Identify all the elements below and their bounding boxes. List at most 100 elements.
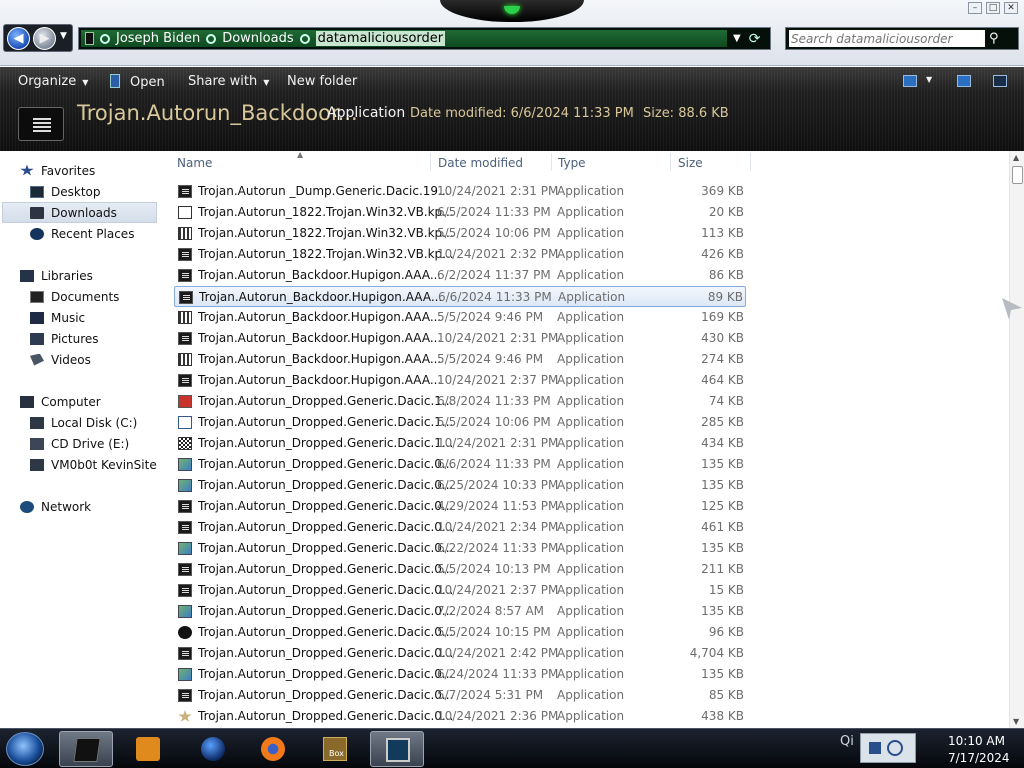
file-row[interactable]: Trojan.Autorun_Dropped.Generic.Dacic.0..… [174, 496, 746, 517]
file-row[interactable]: Trojan.Autorun_Dropped.Generic.Dacic.0..… [174, 538, 746, 559]
vertical-scrollbar[interactable]: ▲ ▼ [1009, 151, 1024, 728]
file-date-modified: 10/24/2021 2:34 PM [437, 520, 559, 534]
taskbar-sandbox-button[interactable]: Box [308, 731, 362, 767]
tray-icons[interactable] [860, 733, 916, 763]
column-header-name[interactable]: Name [177, 156, 212, 170]
new-folder-button[interactable]: New folder [287, 74, 357, 89]
file-row[interactable]: Trojan.Autorun_Backdoor.Hupigon.AAA... 5/… [174, 307, 746, 328]
file-size: 86 KB [708, 268, 744, 282]
nav-desktop[interactable]: Desktop [30, 181, 101, 202]
file-type: Application [557, 394, 625, 408]
column-header-size[interactable]: Size [678, 156, 703, 170]
clock-time[interactable]: 10:10 AM [948, 734, 1005, 748]
nav-network-share[interactable]: VM0b0t KevinSite [30, 454, 157, 475]
nav-cd-drive[interactable]: CD Drive (E:) [30, 433, 129, 454]
scroll-thumb[interactable] [1012, 166, 1023, 184]
breadcrumb-user[interactable]: Joseph Biden [116, 31, 200, 46]
file-date-modified: 6/22/2024 11:33 PM [437, 541, 559, 555]
taskbar-media-player-button[interactable] [121, 731, 175, 767]
nav-pictures[interactable]: Pictures [30, 328, 99, 349]
file-row[interactable]: Trojan.Autorun_Backdoor.Hupigon.AAA... 5/… [174, 349, 746, 370]
open-button[interactable]: Open [110, 74, 165, 90]
file-type: Application [557, 331, 625, 345]
file-row[interactable]: Trojan.Autorun_Dropped.Generic.Dacic.0..… [174, 685, 746, 706]
file-row[interactable]: Trojan.Autorun_1822.Trojan.Win32.VB.kp..… [174, 223, 746, 244]
media-player-icon [136, 737, 160, 761]
file-row[interactable]: Trojan.Autorun_Dropped.Generic.Dacic.1..… [174, 412, 746, 433]
breadcrumb-separator-icon[interactable] [100, 33, 110, 44]
preview-pane-icon[interactable] [957, 75, 971, 87]
file-row[interactable]: Trojan.Autorun_Dropped.Generic.Dacic.0..… [174, 706, 746, 727]
file-name: Trojan.Autorun_Backdoor.Hupigon.AAA... [198, 373, 442, 387]
column-divider[interactable] [670, 153, 671, 171]
file-row[interactable]: Trojan.Autorun_Dropped.Generic.Dacic.0..… [174, 559, 746, 580]
change-view-icon[interactable] [903, 75, 917, 87]
file-row[interactable]: Trojan.Autorun_Dropped.Generic.Dacic.1..… [174, 433, 746, 454]
view-options-chevron-icon[interactable]: ▼ [926, 75, 932, 84]
file-row[interactable]: Trojan.Autorun_Backdoor.Hupigon.AAA... 6/… [174, 286, 746, 307]
column-divider[interactable] [750, 153, 751, 171]
column-header-date[interactable]: Date modified [438, 156, 523, 170]
file-row[interactable]: Trojan.Autorun_Dropped.Generic.Dacic.0..… [174, 622, 746, 643]
taskbar-program-button[interactable] [370, 731, 424, 767]
scroll-up-arrow-icon[interactable]: ▲ [1013, 153, 1019, 162]
taskbar-firefox-button[interactable] [246, 731, 300, 767]
file-row[interactable]: Trojan.Autorun_Backdoor.Hupigon.AAA... 10… [174, 370, 746, 391]
address-history-chevron-icon[interactable]: ▼ [733, 33, 741, 44]
share-with-button[interactable]: Share with ▼ [188, 74, 269, 89]
back-button[interactable]: ◀ [7, 27, 30, 50]
search-input[interactable] [789, 30, 985, 47]
file-name: Trojan.Autorun_Dropped.Generic.Dacic.0..… [198, 583, 454, 597]
recent-pages-chevron-icon[interactable]: ▼ [60, 31, 67, 41]
breadcrumb-downloads[interactable]: Downloads [222, 31, 293, 46]
clock-date[interactable]: 7/17/2024 [948, 751, 1010, 765]
file-row[interactable]: Trojan.Autorun_Dropped.Generic.Dacic.0..… [174, 475, 746, 496]
nav-videos[interactable]: Videos [30, 349, 91, 370]
nav-local-disk[interactable]: Local Disk (C:) [30, 412, 137, 433]
file-row[interactable]: Trojan.Autorun_Dropped.Generic.Dacic.0..… [174, 454, 746, 475]
file-row[interactable]: Trojan.Autorun_Dropped.Generic.Dacic.0..… [174, 643, 746, 664]
address-bar[interactable]: Joseph Biden Downloads datamaliciousorde… [78, 27, 771, 50]
file-row[interactable]: Trojan.Autorun_Dropped.Generic.Dacic.0..… [174, 601, 746, 622]
forward-button[interactable]: ▶ [33, 27, 56, 50]
scroll-down-arrow-icon[interactable]: ▼ [1013, 717, 1019, 726]
maximize-button[interactable]: □ [986, 2, 1000, 14]
start-button[interactable] [6, 732, 44, 766]
nav-computer[interactable]: Computer [20, 391, 101, 412]
breadcrumb-separator-icon[interactable] [206, 33, 217, 44]
volume-icon[interactable] [887, 740, 903, 756]
refresh-icon[interactable]: ⟳ [749, 31, 761, 47]
network-status-icon[interactable] [869, 742, 881, 754]
nav-downloads[interactable]: Downloads [2, 202, 157, 223]
file-row[interactable]: Trojan.Autorun _Dump.Generic.Dacic.19...… [174, 181, 746, 202]
file-row[interactable]: Trojan.Autorun_Backdoor.Hupigon.AAA... 10… [174, 328, 746, 349]
search-icon[interactable]: ⚲ [989, 31, 999, 46]
organize-button[interactable]: Organize ▼ [18, 74, 88, 89]
file-row[interactable]: Trojan.Autorun_Dropped.Generic.Dacic.1..… [174, 391, 746, 412]
file-row[interactable]: Trojan.Autorun_1822.Trojan.Win32.VB.kp..… [174, 202, 746, 223]
breadcrumb-current-folder[interactable]: datamaliciousorder [315, 31, 446, 46]
nav-network[interactable]: Network [20, 496, 91, 517]
minimize-button[interactable]: – [968, 2, 982, 14]
file-row[interactable]: Trojan.Autorun_Dropped.Generic.Dacic.0..… [174, 580, 746, 601]
file-date-modified: 10/24/2021 2:42 PM [437, 646, 559, 660]
file-row[interactable]: Trojan.Autorun_Dropped.Generic.Dacic.0..… [174, 517, 746, 538]
breadcrumb-separator-icon[interactable] [299, 33, 310, 44]
nav-favorites[interactable]: Favorites [20, 160, 95, 181]
taskbar-explorer-button[interactable] [59, 731, 113, 767]
file-row[interactable]: Trojan.Autorun_Backdoor.Hupigon.AAA... 6/… [174, 265, 746, 286]
file-row[interactable]: Trojan.Autorun_Dropped.Generic.Dacic.0..… [174, 664, 746, 685]
pictures-icon [30, 332, 44, 345]
nav-documents[interactable]: Documents [30, 286, 119, 307]
help-icon[interactable] [993, 75, 1007, 87]
details-file-name: Trojan.Autorun_Backdoor... [77, 101, 358, 125]
close-button[interactable]: ✕ [1004, 2, 1018, 14]
column-divider[interactable] [430, 153, 431, 171]
nav-recent-places[interactable]: Recent Places [30, 223, 134, 244]
column-divider[interactable] [551, 153, 552, 171]
column-header-type[interactable]: Type [558, 156, 586, 170]
nav-libraries[interactable]: Libraries [20, 265, 93, 286]
file-row[interactable]: Trojan.Autorun_1822.Trojan.Win32.VB.kp..… [174, 244, 746, 265]
nav-music[interactable]: Music [30, 307, 85, 328]
taskbar-browser-button[interactable] [186, 731, 240, 767]
